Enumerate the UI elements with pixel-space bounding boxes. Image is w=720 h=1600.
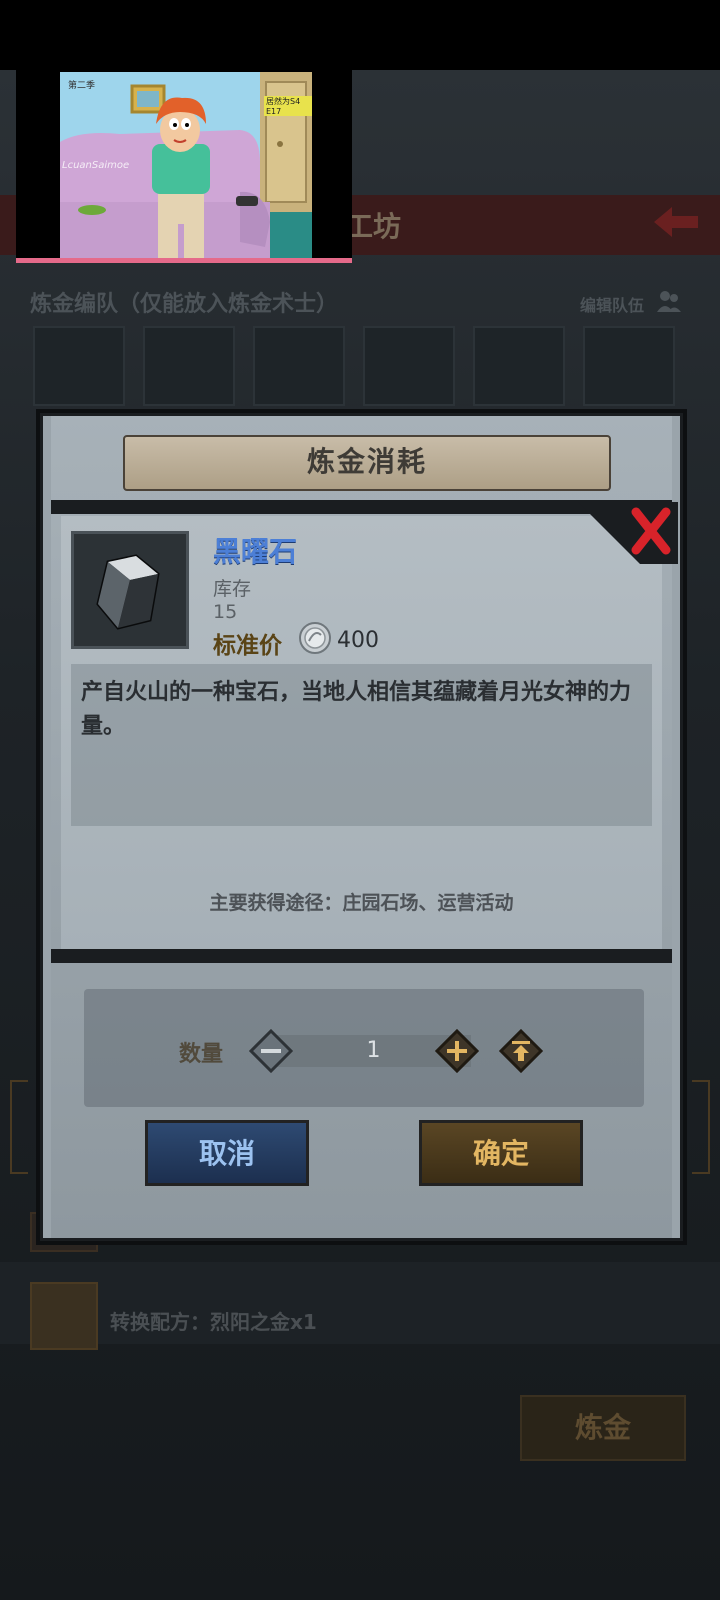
item-name: 黑曜石 bbox=[213, 535, 298, 568]
alchemy-button[interactable]: 炼金 bbox=[520, 1395, 686, 1461]
cancel-button[interactable]: 取消 bbox=[145, 1120, 309, 1186]
confirm-button[interactable]: 确定 bbox=[419, 1120, 583, 1186]
stock-label: 库存 bbox=[213, 578, 252, 600]
video-watermark: LcuanSaimoe bbox=[62, 160, 130, 171]
team-slot[interactable] bbox=[253, 326, 345, 406]
obsidian-icon bbox=[96, 554, 160, 630]
video-episode-tag: 居然为S4 E17 bbox=[264, 96, 312, 116]
video-overlay[interactable]: 第二季 居然为S4 E17 LcuanSaimoe bbox=[16, 70, 352, 263]
item-info-panel: 黑曜石 库存 15 标准价 400 产自火山的一种宝石，当地人相信其蕴藏着月光女… bbox=[61, 516, 662, 956]
video-corner-text: 第二季 bbox=[68, 81, 96, 91]
video-frame: 第二季 居然为S4 E17 LcuanSaimoe bbox=[60, 72, 312, 260]
team-slot[interactable] bbox=[363, 326, 455, 406]
divider bbox=[51, 949, 672, 963]
stock-value: 15 bbox=[213, 601, 238, 623]
team-slot[interactable] bbox=[143, 326, 235, 406]
team-label: 炼金编队（仅能放入炼金术士） bbox=[30, 292, 339, 317]
item-icon-frame bbox=[71, 531, 189, 649]
silver-coin-icon bbox=[299, 622, 331, 654]
item-description: 产自火山的一种宝石，当地人相信其蕴藏着月光女神的力量。 bbox=[81, 680, 632, 739]
people-icon bbox=[657, 291, 681, 312]
recipe-row bbox=[0, 1262, 720, 1344]
price-label: 标准价 bbox=[213, 633, 282, 659]
quantity-label: 数量 bbox=[179, 1042, 224, 1067]
team-slot[interactable] bbox=[473, 326, 565, 406]
background-header-title: 工坊 bbox=[345, 210, 402, 243]
back-arrow-icon[interactable] bbox=[652, 205, 700, 239]
sun-gold-icon bbox=[30, 1282, 98, 1350]
background-frame bbox=[10, 1080, 28, 1174]
item-source: 主要获得途径：庄园石场、运营活动 bbox=[209, 892, 514, 914]
edit-team-button[interactable]: 编辑队伍 bbox=[580, 292, 644, 316]
dialog-body: 炼金消耗 黑曜石 库存 15 标准价 400 产自火山的一种宝石，当地人相信其蕴… bbox=[51, 416, 678, 1238]
team-slot[interactable] bbox=[33, 326, 125, 406]
video-progress-bar[interactable] bbox=[16, 258, 352, 263]
close-icon[interactable] bbox=[578, 502, 678, 564]
team-slot[interactable] bbox=[583, 326, 675, 406]
plus-icon[interactable] bbox=[435, 1029, 479, 1073]
price-value: 400 bbox=[337, 628, 379, 653]
max-icon[interactable] bbox=[499, 1029, 543, 1073]
dialog-title: 炼金消耗 bbox=[123, 435, 611, 491]
background-frame bbox=[692, 1080, 710, 1174]
recipe-label: 转换配方：烈阳之金x1 bbox=[110, 1310, 317, 1334]
minus-icon[interactable] bbox=[249, 1029, 293, 1073]
alchemy-cost-dialog: 炼金消耗 黑曜石 库存 15 标准价 400 产自火山的一种宝石，当地人相信其蕴… bbox=[40, 413, 683, 1241]
status-bar bbox=[0, 0, 720, 70]
